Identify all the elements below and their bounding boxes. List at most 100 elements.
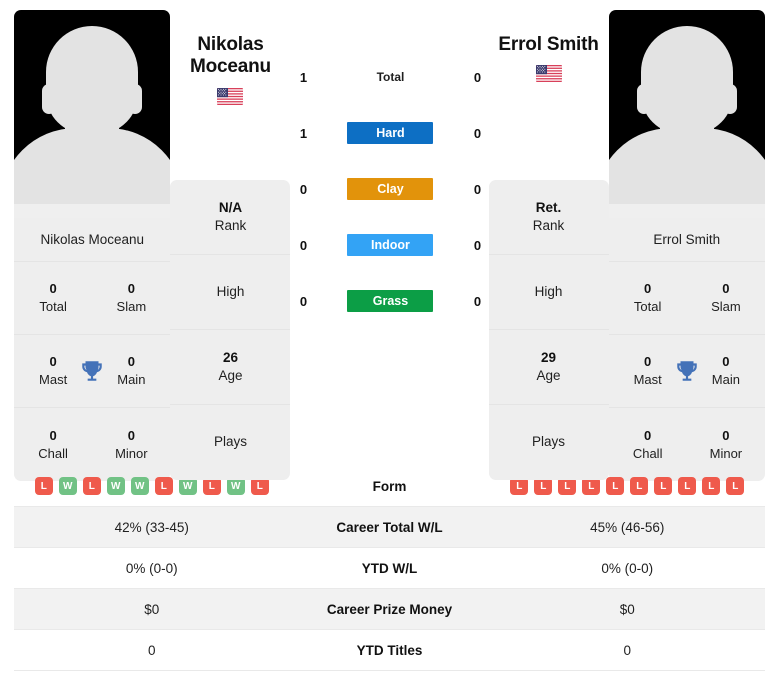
h2h-row-indoor: 0 Indoor 0 xyxy=(290,234,490,256)
info-row-high: High xyxy=(170,255,291,330)
title-tile: 0 Total xyxy=(14,280,92,315)
player-card-right[interactable]: Errol Smith 0 Total 0 Slam 0 Mast 0 Main… xyxy=(608,10,765,481)
title-label: Slam xyxy=(116,299,147,314)
info-label: Age xyxy=(218,368,243,383)
info-value: 26 xyxy=(222,349,238,365)
stats-row: 0% (0-0) YTD W/L 0% (0-0) xyxy=(14,548,765,589)
titles-row: 0 Chall 0 Minor xyxy=(609,408,765,481)
stats-value-left: 42% (33-45) xyxy=(114,519,189,535)
avatar-shoulders xyxy=(14,128,171,204)
info-value: Ret. xyxy=(535,199,562,215)
info-row-plays: Plays xyxy=(489,405,609,480)
avatar-ear-right xyxy=(723,84,737,114)
h2h-score-left: 0 xyxy=(299,237,308,253)
info-label: Plays xyxy=(213,434,247,450)
player-card-name-right: Errol Smith xyxy=(608,218,765,262)
trophy-icon xyxy=(674,358,700,384)
stats-label: Career Prize Money xyxy=(326,601,453,617)
stats-value-left: $0 xyxy=(144,601,160,617)
titles-row: 0 Mast 0 Main xyxy=(14,335,171,408)
player-name-right: Errol Smith xyxy=(489,34,609,87)
h2h-comparison-page: Nikolas Moceanu 0 Total 0 Slam 0 Mast 0 … xyxy=(0,0,779,699)
stats-row: 42% (33-45) Career Total W/L 45% (46-56) xyxy=(14,507,765,548)
title-tile: 0 Minor xyxy=(92,427,170,462)
player-name-line1: Errol Smith xyxy=(498,34,599,55)
title-label: Total xyxy=(39,299,67,314)
avatar-ear-left xyxy=(42,84,56,114)
h2h-row-total: 1 Total 0 xyxy=(290,66,490,88)
player-info-card-right: Ret. Rank High 29 Age Plays xyxy=(488,180,609,480)
title-value: 0 xyxy=(127,427,135,443)
title-label: Chall xyxy=(38,445,68,461)
stats-value-left: 0% (0-0) xyxy=(125,560,178,576)
h2h-score-left: 1 xyxy=(299,125,308,141)
head-to-head-surfaces: 1 Total 0 1 Hard 0 0 Clay 0 0 Indoor 0 0 Grass 0 xyxy=(290,10,488,466)
h2h-row-clay: 0 Clay 0 xyxy=(290,178,490,200)
title-tile: 0 Minor xyxy=(687,427,765,462)
stats-row: $0 Career Prize Money $0 xyxy=(14,589,765,630)
title-value: 0 xyxy=(644,281,652,297)
info-row-age: 29 Age xyxy=(488,330,609,405)
title-label: Minor xyxy=(709,445,743,461)
us-flag-icon xyxy=(535,65,562,83)
title-label: Slam xyxy=(711,299,741,314)
player-name-line2: Moceanu xyxy=(189,56,271,78)
titles-grid-right: 0 Total 0 Slam 0 Mast 0 Main 0 Chall 0 M… xyxy=(608,262,765,481)
title-tile: 0 Total xyxy=(609,280,687,315)
info-row-rank: N/A Rank xyxy=(170,180,291,255)
stats-value-left: 0 xyxy=(147,642,156,658)
avatar-head-shape xyxy=(640,26,733,134)
title-value: 0 xyxy=(722,281,730,297)
info-value: N/A xyxy=(218,199,243,215)
avatar-shoulders xyxy=(608,128,765,204)
h2h-row-hard: 1 Hard 0 xyxy=(290,122,490,144)
player-heading-right: Errol Smith Ret. Rank High 29 Age Plays xyxy=(488,10,609,480)
stats-label: Form xyxy=(372,478,407,494)
avatar-ear-left xyxy=(636,84,651,114)
surface-badge-indoor[interactable]: Indoor xyxy=(347,234,434,256)
h2h-score-right: 0 xyxy=(473,125,482,141)
title-label: Total xyxy=(633,299,662,314)
stats-label: YTD W/L xyxy=(361,560,418,576)
h2h-score-left: 0 xyxy=(299,181,308,197)
stats-value-right: 45% (46-56) xyxy=(590,519,665,535)
stats-value-right: 0 xyxy=(623,642,631,658)
title-label: Chall xyxy=(632,445,663,461)
title-tile: 0 Chall xyxy=(14,427,92,462)
h2h-score-left: 0 xyxy=(299,293,308,309)
title-value: 0 xyxy=(722,427,730,443)
stats-value-right: 0% (0-0) xyxy=(601,560,654,576)
player-heading-left: Nikolas Moceanu N/A Rank High 26 Age Pla… xyxy=(170,10,291,480)
info-label: Rank xyxy=(532,218,565,233)
h2h-score-right: 0 xyxy=(473,293,482,309)
title-value: 0 xyxy=(644,427,652,443)
title-value: 0 xyxy=(49,281,57,297)
info-row-age: 26 Age xyxy=(170,330,291,405)
titles-row: 0 Mast 0 Main xyxy=(608,335,765,408)
surface-badge-grass[interactable]: Grass xyxy=(347,290,434,312)
stats-row: 0 YTD Titles 0 xyxy=(14,630,765,671)
surface-badge-hard[interactable]: Hard xyxy=(347,122,434,144)
titles-grid-left: 0 Total 0 Slam 0 Mast 0 Main 0 Chall 0 M… xyxy=(14,262,171,481)
player-name-left: Nikolas Moceanu xyxy=(170,34,290,110)
h2h-score-right: 0 xyxy=(473,237,482,253)
comparison-stats-table: L W L W W L W L W L Form L L L L L L L L L L 42% (33-45) Caree… xyxy=(0,466,779,671)
title-value: 0 xyxy=(127,281,135,297)
title-value: 0 xyxy=(49,427,57,443)
title-tile: 0 Slam xyxy=(687,280,765,315)
title-tile: 0 Slam xyxy=(92,280,170,315)
surface-badge-total[interactable]: Total xyxy=(347,66,433,88)
player-card-left[interactable]: Nikolas Moceanu 0 Total 0 Slam 0 Mast 0 … xyxy=(14,10,171,481)
player-card-name-left: Nikolas Moceanu xyxy=(14,218,171,262)
info-label: Plays xyxy=(532,434,566,450)
title-tile: 0 Chall xyxy=(609,427,687,462)
stats-label: YTD Titles xyxy=(356,642,423,658)
player-name-line1: Nikolas xyxy=(197,34,264,55)
us-flag-icon xyxy=(217,87,244,105)
surface-badge-clay[interactable]: Clay xyxy=(347,178,434,200)
avatar-head-shape xyxy=(46,26,139,134)
stats-label: Career Total W/L xyxy=(336,519,443,535)
avatar-base xyxy=(608,204,765,218)
titles-row: 0 Chall 0 Minor xyxy=(14,408,170,481)
player-info-card-left: N/A Rank High 26 Age Plays xyxy=(170,180,291,480)
